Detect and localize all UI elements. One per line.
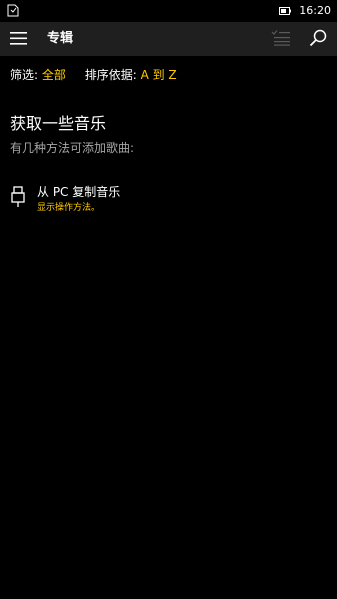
filter-row: 筛选: 全部 排序依据: A 到 Z bbox=[10, 67, 177, 83]
status-time: 16:20 bbox=[299, 4, 331, 17]
empty-state-subtitle: 有几种方法可添加歌曲: bbox=[10, 141, 135, 155]
usb-icon bbox=[11, 186, 25, 207]
show-how-link[interactable]: 显示操作方法。 bbox=[37, 202, 100, 214]
hamburger-menu-icon[interactable] bbox=[10, 32, 27, 45]
filter-value: 全部 bbox=[41, 68, 66, 82]
copy-option-title: 从 PC 复制音乐 bbox=[37, 185, 121, 199]
select-items-icon[interactable] bbox=[271, 30, 290, 46]
notification-icon bbox=[7, 4, 19, 17]
app-bar: 专辑 bbox=[0, 22, 337, 56]
sort-value: A 到 Z bbox=[140, 68, 177, 82]
page-title: 专辑 bbox=[47, 31, 74, 46]
sort-button[interactable]: 排序依据: A 到 Z bbox=[85, 68, 177, 82]
status-bar: 16:20 bbox=[0, 0, 337, 22]
status-right: 16:20 bbox=[279, 3, 331, 19]
filter-label: 筛选: bbox=[10, 68, 39, 82]
filter-button[interactable]: 筛选: 全部 bbox=[10, 68, 70, 82]
battery-icon bbox=[279, 7, 292, 15]
sort-label: 排序依据: bbox=[84, 68, 137, 82]
empty-state-title: 获取一些音乐 bbox=[10, 114, 107, 133]
search-icon[interactable] bbox=[309, 29, 327, 47]
copy-from-pc-option[interactable]: 从 PC 复制音乐 显示操作方法。 bbox=[0, 182, 337, 218]
